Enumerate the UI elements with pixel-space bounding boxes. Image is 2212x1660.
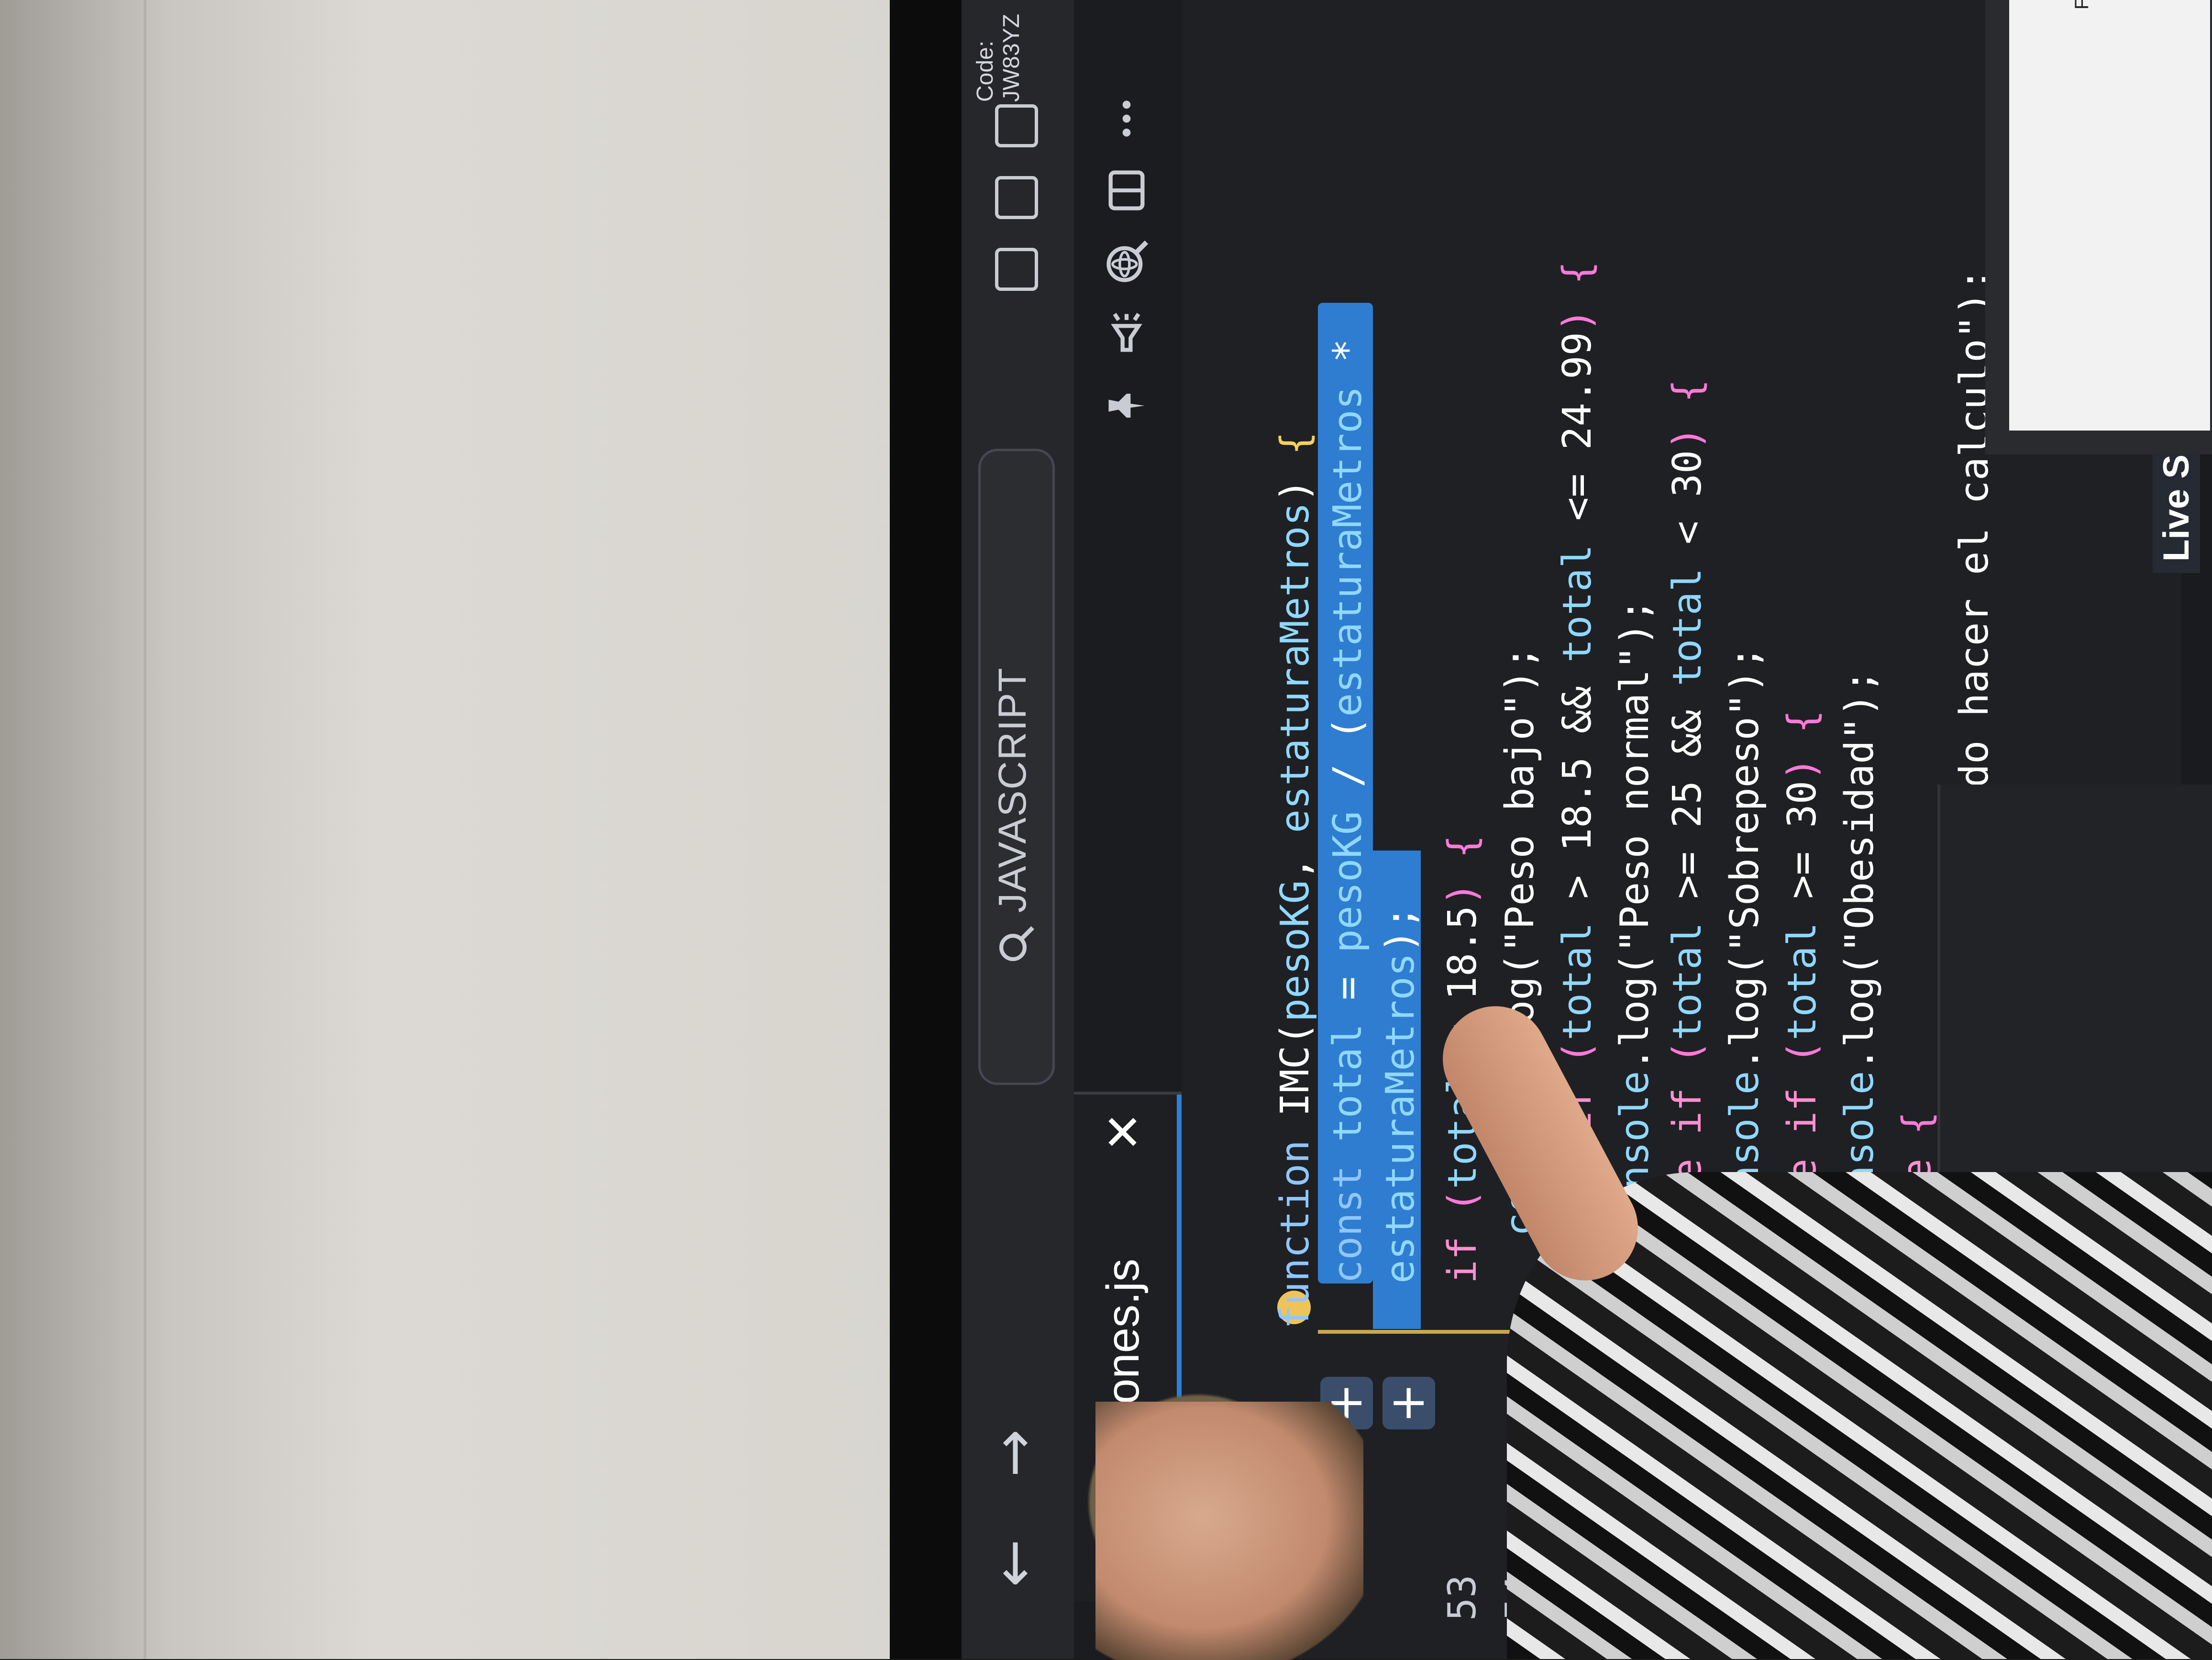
tab-divider xyxy=(1074,1092,1182,1095)
add-icon[interactable]: + xyxy=(1379,1377,1435,1429)
code-token: ( xyxy=(1497,952,1543,977)
code-token: ( xyxy=(1837,952,1882,977)
code-token: "Peso normal" xyxy=(1612,646,1658,953)
second-monitor-document xyxy=(2009,0,2210,431)
pin-icon[interactable] xyxy=(1103,382,1150,430)
close-icon[interactable]: ✕ xyxy=(1095,1112,1151,1152)
title-bar: ← → JAVASCRIPT Code: JW83YZ xyxy=(962,0,1074,1659)
code-token: . xyxy=(1837,1047,1882,1071)
editor-actions xyxy=(1103,73,1152,430)
code-token: ( xyxy=(1555,1040,1600,1064)
code-token: pesoKG xyxy=(1325,787,1371,953)
code-line[interactable]: estaturaMetros); xyxy=(1378,906,1423,1284)
more-icon[interactable] xyxy=(1103,95,1150,143)
room-wall xyxy=(0,0,938,1659)
split-editor-icon[interactable] xyxy=(1103,166,1150,214)
code-token: <= xyxy=(1555,450,1600,521)
code-token: if xyxy=(1440,1212,1485,1284)
code-token: / ( xyxy=(1325,717,1371,788)
code-token: "Obesidad" xyxy=(1837,717,1882,953)
code-token: IMC xyxy=(1272,1045,1318,1117)
code-token: estaturaMetros xyxy=(1325,362,1371,717)
code-token: ); xyxy=(1497,646,1543,693)
code-token: = xyxy=(1325,952,1371,1000)
code-token: total xyxy=(1780,898,1825,1040)
code-token: ); xyxy=(1722,646,1768,693)
monitor-bezel xyxy=(890,0,962,1659)
layout-panel-icon[interactable] xyxy=(995,176,1038,219)
code-token: ) xyxy=(1272,455,1318,503)
code-token: total xyxy=(1325,1000,1371,1142)
code-token: ) xyxy=(1440,858,1485,906)
code-token: 18.5 xyxy=(1555,733,1600,852)
code-token: total xyxy=(1555,898,1600,1040)
session-code: Code: JW83YZ xyxy=(973,13,1024,102)
code-token: >= xyxy=(1780,828,1825,899)
code-token: && xyxy=(1665,686,1710,757)
code-token: "Sobrepeso" xyxy=(1722,693,1768,953)
code-token: ( xyxy=(1780,1040,1825,1064)
code-token: { xyxy=(1440,834,1485,859)
code-token: 25 xyxy=(1665,757,1710,828)
code-token: . xyxy=(1722,1047,1768,1071)
code-token: total xyxy=(1665,898,1710,1040)
code-token: ); xyxy=(1612,598,1658,646)
person-head xyxy=(1095,1402,1363,1660)
code-line[interactable]: const total = pesoKG / (estaturaMetros * xyxy=(1325,339,1371,1284)
code-token: > xyxy=(1555,851,1600,899)
wall-edge xyxy=(144,0,146,1659)
layout-sidebar-right-icon[interactable] xyxy=(995,104,1038,147)
code-token: ) { xyxy=(1780,709,1825,781)
code-token: estaturaMetros xyxy=(1378,952,1423,1284)
document-title: Funciones xyxy=(2071,0,2093,10)
code-token: ) { xyxy=(1665,379,1710,450)
react-search-icon[interactable] xyxy=(1103,238,1150,286)
code-token: log xyxy=(1722,976,1768,1048)
code-token: . xyxy=(1612,1047,1658,1071)
code-token: ( xyxy=(1612,952,1658,977)
layout-controls xyxy=(995,78,1040,291)
code-line[interactable]: } else if (total >= 25 && total < 30) { xyxy=(1665,379,1710,1300)
search-label: JAVASCRIPT xyxy=(991,667,1034,913)
code-token: "Peso bajo" xyxy=(1497,693,1543,953)
arrow-left-icon[interactable]: ← xyxy=(981,1539,1047,1587)
code-token: estaturaMetros xyxy=(1272,502,1318,833)
code-token: ( xyxy=(1665,1040,1710,1064)
code-token: ); xyxy=(1837,669,1882,717)
line-number: 53 xyxy=(1440,1574,1484,1621)
code-token: >= xyxy=(1665,828,1710,899)
code-token: log xyxy=(1837,976,1882,1048)
code-token: function xyxy=(1272,1116,1318,1329)
code-token: log xyxy=(1612,976,1658,1048)
layout-sidebar-left-icon[interactable] xyxy=(995,248,1038,291)
code-line[interactable]: function IMC(pesoKG, estaturaMetros) { xyxy=(1272,432,1318,1329)
code-token: 18.5 xyxy=(1440,906,1485,1000)
code-token: pesoKG xyxy=(1272,880,1318,1022)
arrow-right-icon[interactable]: → xyxy=(981,1429,1047,1477)
broadcast-icon[interactable] xyxy=(1103,310,1150,358)
code-token: && xyxy=(1555,663,1600,734)
code-token: , xyxy=(1272,833,1318,880)
code-token: 30 xyxy=(1780,780,1825,828)
code-token: ( xyxy=(1722,952,1768,977)
code-token: ( xyxy=(1272,1022,1318,1046)
code-token: 30 xyxy=(1665,450,1710,498)
code-token: total xyxy=(1555,520,1600,663)
code-token: { xyxy=(1272,431,1318,455)
search-icon xyxy=(999,926,1034,961)
code-token: 24.99 xyxy=(1555,332,1600,450)
code-token: total xyxy=(1665,544,1710,686)
code-token: ( xyxy=(1440,1189,1485,1213)
code-token: { xyxy=(1894,1111,1940,1135)
code-token: const xyxy=(1325,1141,1371,1284)
code-token: ); xyxy=(1378,906,1423,953)
code-token: ) { xyxy=(1555,261,1600,332)
code-token: < xyxy=(1665,497,1710,545)
code-token: * xyxy=(1325,339,1371,363)
